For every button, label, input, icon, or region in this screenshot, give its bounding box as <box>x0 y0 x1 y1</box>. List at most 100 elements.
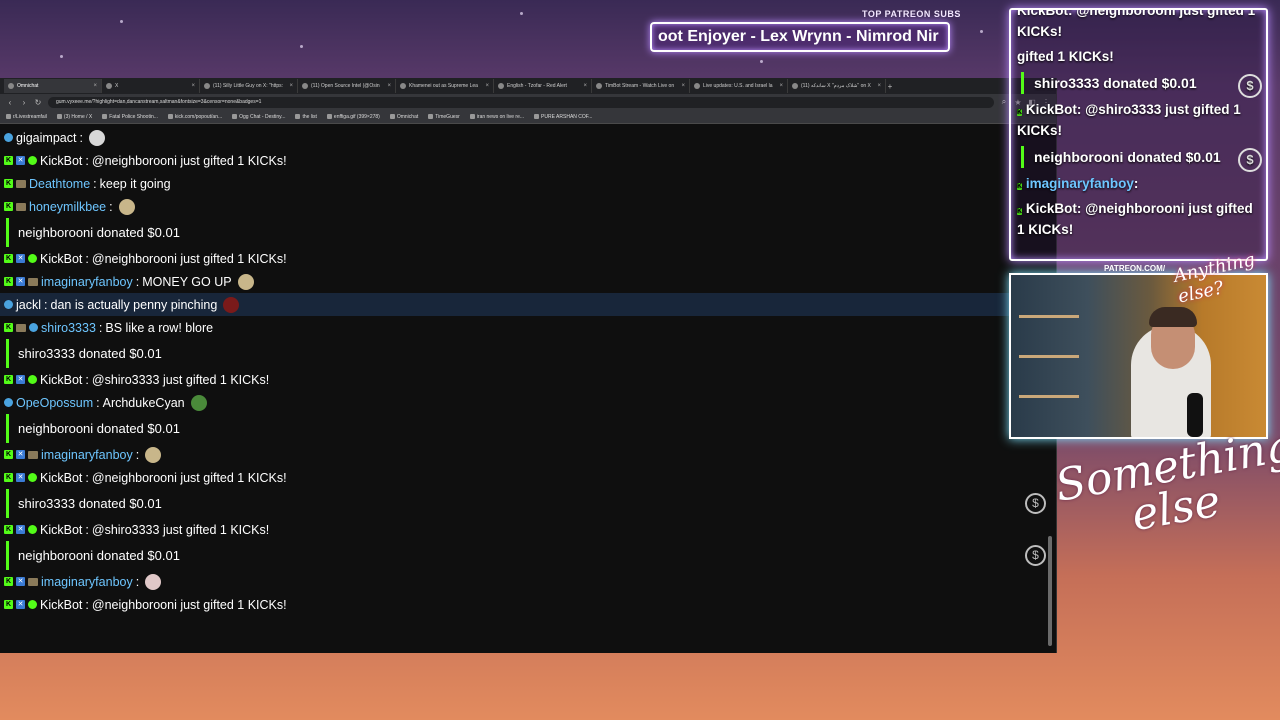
subscriber-badge-icon: ✕ <box>16 277 25 286</box>
browser-tab[interactable]: X × <box>102 79 200 93</box>
kick-badge-icon: K <box>4 277 13 286</box>
chat-separator: : <box>85 153 89 168</box>
chat-username[interactable]: honeymilkbee <box>29 200 106 214</box>
tab-close-icon[interactable]: × <box>387 83 391 89</box>
forward-icon[interactable]: › <box>20 98 28 107</box>
tab-close-icon[interactable]: × <box>779 83 783 89</box>
chat-username[interactable]: KickBot <box>40 598 82 612</box>
browser-tab[interactable]: (11) Open Source Intel (@Osin × <box>298 79 396 93</box>
emote-badge-icon <box>28 450 38 459</box>
address-bar: ‹ › ↻ gum.vyxeee.me/?highlight=dan,danca… <box>0 94 1056 110</box>
overlay-username: imaginaryfanboy <box>1025 176 1134 191</box>
url-field[interactable]: gum.vyxeee.me/?highlight=dan,dancanstrea… <box>48 96 994 108</box>
bookmark-label: iran news on live re... <box>476 113 525 120</box>
chat-username[interactable]: imaginaryfanboy <box>41 575 133 589</box>
overlay-username: KickBot <box>1025 201 1077 216</box>
zoom-icon[interactable]: ⌕ <box>1000 97 1008 107</box>
browser-tab[interactable]: (11) ساندکه X "شلاک مردم" on X × <box>788 79 886 93</box>
chat-separator: : <box>85 470 89 485</box>
bookmark-favicon-icon <box>295 114 301 119</box>
chat-username[interactable]: Deathtome <box>29 177 90 191</box>
tab-close-icon[interactable]: × <box>289 83 293 89</box>
chat-message: gigaimpact: <box>0 126 1052 149</box>
tab-favicon-icon <box>106 83 112 89</box>
chat-username[interactable]: shiro3333 <box>41 321 96 335</box>
chat-username[interactable]: imaginaryfanboy <box>41 448 133 462</box>
chat-message: K Deathtome: keep it going <box>0 172 1052 195</box>
tab-close-icon[interactable]: × <box>583 83 587 89</box>
kick-badge-icon: K <box>1017 183 1023 190</box>
overlay-message: K KickBot: @neighborooni just gifted 1 K… <box>1017 201 1253 237</box>
chat-username[interactable]: KickBot <box>40 373 82 387</box>
browser-tab[interactable]: English - Tzofar - Red Alert × <box>494 79 592 93</box>
tab-favicon-icon <box>302 83 308 89</box>
chat-username[interactable]: jackl <box>16 298 41 312</box>
chat-message: K ✕ imaginaryfanboy: MONEY GO UP <box>0 270 1052 293</box>
chat-username[interactable]: OpeOpossum <box>16 396 93 410</box>
chat-emote-icon <box>237 273 254 290</box>
donation-row: shiro3333 donated $0.01 $ <box>6 489 1052 518</box>
bookmark-label: r/Livestreamfail <box>13 113 47 120</box>
chat-username[interactable]: KickBot <box>40 523 82 537</box>
webcam-shelf <box>1019 355 1079 358</box>
tab-close-icon[interactable]: × <box>93 83 97 89</box>
bookmark-item[interactable]: TimeGuesr <box>428 114 460 120</box>
platform-icon <box>4 398 13 407</box>
tab-close-icon[interactable]: × <box>681 83 685 89</box>
bookmark-item[interactable]: PURE ARSHAN COF... <box>534 114 592 120</box>
tab-close-icon[interactable]: × <box>191 83 195 89</box>
bookmark-label: kick.com/popout/an... <box>174 113 223 120</box>
bookmark-favicon-icon <box>428 114 434 119</box>
bookmark-item[interactable]: the list <box>295 114 317 120</box>
background-star <box>300 45 303 48</box>
donation-row: neighborooni donated $0.01 <box>6 218 1052 247</box>
dollar-coin-icon: $ <box>1238 148 1262 172</box>
back-icon[interactable]: ‹ <box>6 98 14 107</box>
chat-emote-icon <box>145 573 162 590</box>
browser-tab[interactable]: Khamenei out as Supreme Lea × <box>396 79 494 93</box>
dollar-coin-icon: $ <box>1025 493 1046 514</box>
browser-tab[interactable]: (11) Silly Little Guy on X: "https: × <box>200 79 298 93</box>
chat-message: Khoneymilkbee: <box>0 195 1052 218</box>
bookmark-item[interactable]: (3) Home / X <box>56 114 92 120</box>
new-tab-icon[interactable]: + <box>886 82 894 91</box>
overlay-cut-message: KickBot: @neighborooni just gifted 1 KIC… <box>1017 8 1256 39</box>
bookmark-item[interactable]: enffiga.gif (399×278) <box>326 114 380 120</box>
platform-icon <box>4 300 13 309</box>
chat-username[interactable]: KickBot <box>40 252 82 266</box>
bot-badge-icon <box>28 525 37 534</box>
chat-separator: : <box>135 574 140 589</box>
chat-message: K ✕ imaginaryfanboy: <box>0 443 1052 466</box>
bookmark-item[interactable]: Fatal Police Shootin... <box>102 114 158 120</box>
bookmark-item[interactable]: r/Livestreamfail <box>6 114 47 120</box>
bookmark-item[interactable]: Omnichat <box>389 114 418 120</box>
tab-close-icon[interactable]: × <box>877 83 881 89</box>
bookmark-favicon-icon <box>56 114 62 119</box>
browser-tab[interactable]: Live updates: U.S. and Israel la × <box>690 79 788 93</box>
chat-text: @shiro3333 just gifted 1 KICKs! <box>91 372 270 387</box>
browser-tab[interactable]: Omnichat × <box>4 79 102 93</box>
browser-tab[interactable]: TimBot Stream - Watch Live on × <box>592 79 690 93</box>
bookmark-item[interactable]: kick.com/popout/an... <box>167 113 223 120</box>
chat-text: @neighborooni just gifted 1 KICKs! <box>91 597 287 612</box>
chat-username[interactable]: gigaimpact <box>16 131 76 145</box>
chat-username[interactable]: imaginaryfanboy <box>41 275 133 289</box>
subscriber-badge-icon: ✕ <box>16 473 25 482</box>
donation-row: neighborooni donated $0.01$ <box>6 414 1052 443</box>
chat-message: K ✕ KickBot: @neighborooni just gifted 1 KI… <box>0 149 1052 172</box>
chat-separator: : <box>135 447 140 462</box>
overlay-message: K imaginaryfanboy: <box>1017 176 1139 191</box>
chat-emote-icon <box>88 129 105 146</box>
chat-scrollbar[interactable] <box>1048 536 1052 646</box>
reload-icon[interactable]: ↻ <box>34 98 42 107</box>
tab-title: X <box>115 83 119 89</box>
chat-username[interactable]: KickBot <box>40 154 82 168</box>
webcam-feed <box>1009 273 1268 439</box>
tab-title: Khamenei out as Supreme Lea <box>409 83 478 89</box>
bookmark-item[interactable]: Ogg Chat - Destiny... <box>232 114 285 120</box>
chat-username[interactable]: KickBot <box>40 471 82 485</box>
bookmark-favicon-icon <box>232 114 238 119</box>
bookmark-item[interactable]: iran news on live re... <box>469 113 525 120</box>
tab-title: Omnichat <box>17 83 39 89</box>
tab-close-icon[interactable]: × <box>485 83 489 89</box>
